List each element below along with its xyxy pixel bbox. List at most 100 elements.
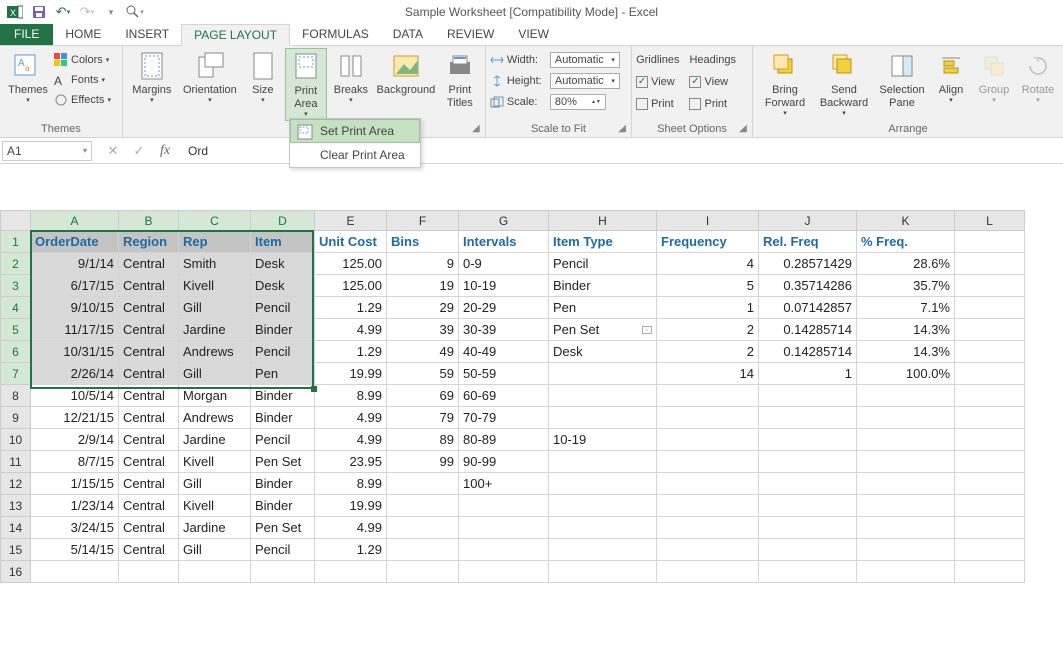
cell-E7[interactable]: 19.99: [315, 363, 387, 385]
cell-A16[interactable]: [31, 561, 119, 583]
row-header-1[interactable]: 1: [1, 231, 31, 253]
gridlines-print-checkbox[interactable]: Print: [636, 94, 679, 114]
cell-G5[interactable]: 30-39: [459, 319, 549, 341]
cell-K9[interactable]: [857, 407, 955, 429]
cell-J15[interactable]: [759, 539, 857, 561]
cell-I8[interactable]: [657, 385, 759, 407]
cell-E5[interactable]: 4.99: [315, 319, 387, 341]
row-header-2[interactable]: 2: [1, 253, 31, 275]
cell-C3[interactable]: Kivell: [179, 275, 251, 297]
cell-D4[interactable]: Pencil: [251, 297, 315, 319]
cell-J9[interactable]: [759, 407, 857, 429]
orientation-button[interactable]: Orientation▾: [179, 48, 241, 106]
cell-E13[interactable]: 19.99: [315, 495, 387, 517]
cell-J4[interactable]: 0.07142857: [759, 297, 857, 319]
cell-H15[interactable]: [549, 539, 657, 561]
cell-E1[interactable]: Unit Cost: [315, 231, 387, 253]
cell-H2[interactable]: Pencil: [549, 253, 657, 275]
cell-F4[interactable]: 29: [387, 297, 459, 319]
cell-C11[interactable]: Kivell: [179, 451, 251, 473]
cell-C12[interactable]: Gill: [179, 473, 251, 495]
cell-I14[interactable]: [657, 517, 759, 539]
cell-L5[interactable]: [955, 319, 1025, 341]
cell-B2[interactable]: Central: [119, 253, 179, 275]
cell-A3[interactable]: 6/17/15: [31, 275, 119, 297]
cell-J10[interactable]: [759, 429, 857, 451]
cell-C10[interactable]: Jardine: [179, 429, 251, 451]
cell-E4[interactable]: 1.29: [315, 297, 387, 319]
row-header-15[interactable]: 15: [1, 539, 31, 561]
cell-I13[interactable]: [657, 495, 759, 517]
cell-I10[interactable]: [657, 429, 759, 451]
cell-K12[interactable]: [857, 473, 955, 495]
cell-D6[interactable]: Pencil: [251, 341, 315, 363]
cell-L12[interactable]: [955, 473, 1025, 495]
cell-J7[interactable]: 1: [759, 363, 857, 385]
gridlines-view-checkbox[interactable]: View: [636, 72, 679, 92]
cell-K16[interactable]: [857, 561, 955, 583]
cell-D14[interactable]: Pen Set: [251, 517, 315, 539]
bringforward-button[interactable]: Bring Forward▾: [757, 48, 813, 119]
cell-A1[interactable]: OrderDate: [31, 231, 119, 253]
cell-F12[interactable]: [387, 473, 459, 495]
cell-C6[interactable]: Andrews: [179, 341, 251, 363]
cell-B1[interactable]: Region: [119, 231, 179, 253]
tab-home[interactable]: HOME: [53, 23, 113, 45]
cell-I2[interactable]: 4: [657, 253, 759, 275]
cell-H10[interactable]: 10-19: [549, 429, 657, 451]
cell-A14[interactable]: 3/24/15: [31, 517, 119, 539]
cell-G6[interactable]: 40-49: [459, 341, 549, 363]
cell-D9[interactable]: Binder: [251, 407, 315, 429]
cell-A12[interactable]: 1/15/15: [31, 473, 119, 495]
fonts-button[interactable]: AFonts▾: [54, 70, 111, 90]
colors-button[interactable]: Colors▾: [54, 50, 111, 70]
tab-data[interactable]: DATA: [381, 23, 435, 45]
cell-I9[interactable]: [657, 407, 759, 429]
cell-J11[interactable]: [759, 451, 857, 473]
cell-H13[interactable]: [549, 495, 657, 517]
cell-K14[interactable]: [857, 517, 955, 539]
cell-A6[interactable]: 10/31/15: [31, 341, 119, 363]
cell-D7[interactable]: Pen: [251, 363, 315, 385]
cell-E15[interactable]: 1.29: [315, 539, 387, 561]
cell-C13[interactable]: Kivell: [179, 495, 251, 517]
cell-B15[interactable]: Central: [119, 539, 179, 561]
cell-J1[interactable]: Rel. Freq: [759, 231, 857, 253]
cell-D15[interactable]: Pencil: [251, 539, 315, 561]
cell-A8[interactable]: 10/5/14: [31, 385, 119, 407]
cell-F10[interactable]: 89: [387, 429, 459, 451]
col-header-L[interactable]: L: [955, 211, 1025, 231]
cell-I3[interactable]: 5: [657, 275, 759, 297]
width-dropdown[interactable]: Automatic▾: [550, 52, 620, 68]
sendbackward-button[interactable]: Send Backward▾: [815, 48, 873, 119]
cell-L13[interactable]: [955, 495, 1025, 517]
cell-D13[interactable]: Binder: [251, 495, 315, 517]
cell-G3[interactable]: 10-19: [459, 275, 549, 297]
cell-H12[interactable]: [549, 473, 657, 495]
cell-K10[interactable]: [857, 429, 955, 451]
cell-H6[interactable]: Desk: [549, 341, 657, 363]
cell-E16[interactable]: [315, 561, 387, 583]
themes-button[interactable]: Aa Themes▾: [4, 48, 52, 106]
background-button[interactable]: Background: [375, 48, 437, 97]
undo-button[interactable]: ↶▾: [52, 1, 74, 23]
cell-F15[interactable]: [387, 539, 459, 561]
cell-E14[interactable]: 4.99: [315, 517, 387, 539]
cell-H11[interactable]: [549, 451, 657, 473]
cell-I11[interactable]: [657, 451, 759, 473]
cell-A5[interactable]: 11/17/15: [31, 319, 119, 341]
cell-C4[interactable]: Gill: [179, 297, 251, 319]
cell-E10[interactable]: 4.99: [315, 429, 387, 451]
cell-L10[interactable]: [955, 429, 1025, 451]
cell-E9[interactable]: 4.99: [315, 407, 387, 429]
cell-K6[interactable]: 14.3%: [857, 341, 955, 363]
cell-E3[interactable]: 125.00: [315, 275, 387, 297]
cell-L11[interactable]: [955, 451, 1025, 473]
cell-C7[interactable]: Gill: [179, 363, 251, 385]
cell-D5[interactable]: Binder: [251, 319, 315, 341]
fill-handle[interactable]: [311, 386, 317, 392]
cell-H7[interactable]: [549, 363, 657, 385]
cell-G14[interactable]: [459, 517, 549, 539]
touch-mode-button[interactable]: ▾: [124, 1, 146, 23]
cell-D11[interactable]: Pen Set: [251, 451, 315, 473]
